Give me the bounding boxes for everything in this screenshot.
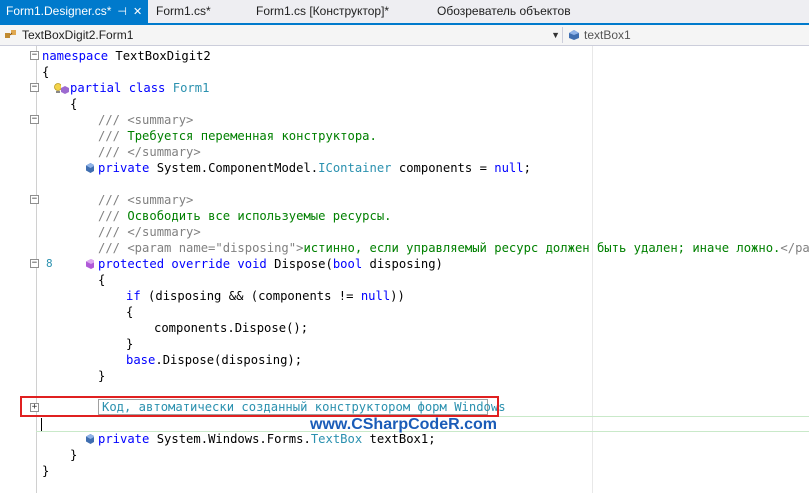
tab-object-browser[interactable]: Обозреватель объектов [437, 0, 571, 23]
code-line[interactable]: { [0, 272, 809, 288]
text-caret [41, 418, 42, 431]
member-combo-value: textBox1 [584, 28, 631, 42]
code-editor[interactable]: − namespace TextBoxDigit2 { − partial cl… [0, 46, 809, 493]
code-line[interactable]: − partial class Form1 [0, 80, 809, 96]
lightbulb-icon [54, 83, 61, 93]
field-icon [86, 163, 94, 173]
class-icon [5, 30, 16, 38]
tab-form1-cs[interactable]: Form1.cs* [156, 0, 211, 23]
tab-label: Обозреватель объектов [437, 4, 571, 18]
field-icon [86, 434, 94, 444]
tab-form1-constructor[interactable]: Form1.cs [Конструктор]* [256, 0, 389, 23]
code-line[interactable]: /// Освободить все используемые ресурсы. [0, 208, 809, 224]
code-line[interactable]: if (disposing && (components != null)) [0, 288, 809, 304]
navigation-bar: TextBoxDigit2.Form1 ▼ textBox1 [0, 25, 809, 46]
reference-count: 8 [46, 257, 53, 270]
code-line[interactable]: /// Требуется переменная конструктора. [0, 128, 809, 144]
code-line[interactable]: − 8 protected override void Dispose(bool… [0, 256, 809, 272]
code-line[interactable]: − /// <summary> [0, 192, 809, 208]
collapse-icon[interactable]: − [30, 259, 39, 268]
code-line[interactable]: } [0, 336, 809, 352]
code-line[interactable]: − /// <summary> [0, 112, 809, 128]
tab-form1-designer[interactable]: Form1.Designer.cs* ⊣ ✕ [0, 0, 149, 24]
code-line[interactable]: − namespace TextBoxDigit2 [0, 48, 809, 64]
collapse-icon[interactable]: − [30, 51, 39, 60]
code-line[interactable]: } [0, 447, 809, 463]
code-line[interactable]: } [0, 368, 809, 384]
tab-label: Form1.Designer.cs* [6, 4, 112, 18]
class-combo-value: TextBoxDigit2.Form1 [22, 28, 134, 42]
field-icon [569, 30, 579, 40]
class-member-icon [61, 86, 69, 94]
member-combo[interactable]: textBox1 [566, 27, 809, 43]
code-line[interactable]: /// </summary> [0, 224, 809, 240]
tab-label: Form1.cs [Конструктор]* [256, 4, 390, 18]
code-line[interactable]: } [0, 463, 809, 479]
collapse-icon[interactable]: − [30, 83, 39, 92]
watermark-text: www.CSharpCodeR.com [310, 416, 497, 433]
code-line[interactable]: /// </summary> [0, 144, 809, 160]
close-icon[interactable]: ✕ [133, 1, 142, 24]
method-icon [86, 259, 94, 269]
annotation-highlight-box [20, 396, 499, 417]
code-line[interactable]: { [0, 64, 809, 80]
pin-icon[interactable]: ⊣ [117, 1, 127, 24]
code-line[interactable]: { [0, 96, 809, 112]
class-combo[interactable]: TextBoxDigit2.Form1 ▼ [2, 27, 563, 43]
tab-label: Form1.cs* [156, 4, 211, 18]
code-line[interactable]: components.Dispose(); [0, 320, 809, 336]
code-line[interactable]: private System.ComponentModel.IContainer… [0, 160, 809, 176]
collapse-icon[interactable]: − [30, 115, 39, 124]
chevron-down-icon[interactable]: ▼ [551, 27, 560, 43]
collapse-icon[interactable]: − [30, 195, 39, 204]
code-line[interactable]: /// <param name="disposing">истинно, есл… [0, 240, 809, 256]
code-line[interactable]: base.Dispose(disposing); [0, 352, 809, 368]
code-line[interactable]: { [0, 304, 809, 320]
document-tab-strip: Form1.Designer.cs* ⊣ ✕ Form1.cs* Form1.cs … [0, 0, 809, 25]
